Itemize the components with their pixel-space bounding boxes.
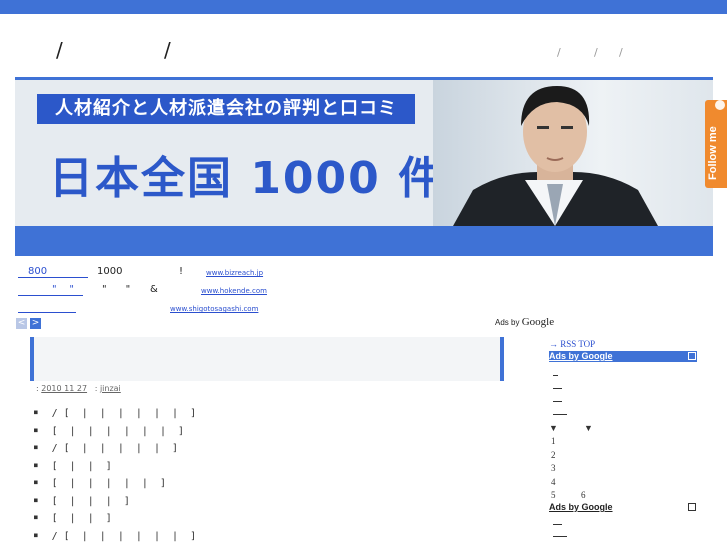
list-item[interactable]: [ | | ] (34, 461, 196, 479)
list-item[interactable]: [ | | | ] (34, 496, 196, 514)
list-item[interactable]: / [ | | | | | ] (34, 443, 196, 461)
list-item[interactable]: [ | | | | | ] (34, 478, 196, 496)
sidebar-ads-by-google[interactable]: Ads by Google (549, 351, 697, 362)
nav-bar (15, 226, 713, 256)
calendar-day[interactable]: 1 (551, 436, 556, 446)
ad-headline-link[interactable]: " " (18, 284, 83, 296)
dropdown-arrow-icon[interactable]: ▼ (549, 423, 558, 433)
post-date-link[interactable]: 2010 11 27 (41, 384, 87, 393)
sidebar-ad-line[interactable] (553, 388, 562, 389)
banner-tagline: 人材紹介と人材派遣会社の評判と口コミ (37, 94, 415, 124)
ad-headline-link[interactable]: 800 (18, 266, 88, 278)
calendar-day[interactable]: 2 (551, 450, 556, 460)
calendar-day[interactable]: 6 (581, 490, 586, 500)
ads-by-prefix: Ads by (495, 318, 519, 327)
ad-mark: ! (179, 266, 183, 277)
external-link-icon[interactable] (688, 352, 696, 360)
sidebar-ad-line[interactable] (553, 375, 558, 376)
calendar-day[interactable]: 4 (551, 477, 556, 487)
post-title-box (30, 337, 504, 381)
follow-me-label: Follow me (707, 126, 719, 180)
dropdown-arrow-icon[interactable]: ▼ (584, 423, 593, 433)
rss-top-link[interactable]: → RSS TOP (549, 339, 595, 349)
list-item[interactable]: / [ | | | | | | ] (34, 408, 196, 426)
banner-headline: 日本全国 1000 件 (49, 142, 444, 206)
top-bar (0, 0, 727, 14)
sidebar-ad-line[interactable] (553, 524, 562, 525)
calendar-day[interactable]: 5 (551, 490, 556, 500)
ad-headline-link[interactable] (18, 302, 76, 313)
hero-banner[interactable]: 人材紹介と人材派遣会社の評判と口コミ 日本全国 1000 件 (15, 80, 713, 226)
ad-description: 1000 (97, 266, 122, 277)
sidebar-ad-line[interactable] (553, 401, 562, 402)
title-separator: / (164, 38, 173, 62)
ad-description: " " (102, 284, 130, 295)
header-sub-separator: / (619, 46, 623, 59)
ad-url[interactable]: www.hokende.com (201, 287, 267, 295)
ad-url[interactable]: www.shigotosagashi.com (170, 305, 258, 313)
banner-text-panel: 人材紹介と人材派遣会社の評判と口コミ 日本全国 1000 件 (15, 80, 433, 226)
external-link-icon[interactable] (688, 503, 696, 511)
sidebar-ads-by-google-2[interactable]: Ads by Google (549, 502, 613, 512)
ad-mark: & (150, 284, 158, 295)
post-meta: : 2010 11 27 : jinzai (36, 384, 121, 393)
next-arrow-icon[interactable]: > (30, 318, 41, 329)
calendar-day[interactable]: 3 (551, 463, 556, 473)
banner-photo (433, 80, 713, 226)
businessman-photo (433, 80, 713, 226)
post-author-link[interactable]: jinzai (100, 384, 121, 393)
list-item[interactable]: [ | | ] (34, 513, 196, 531)
follow-me-icon (715, 100, 725, 110)
title-separator: / (56, 38, 65, 62)
prev-arrow-icon[interactable]: < (16, 318, 27, 329)
header-sub-separator: / (594, 46, 598, 59)
post-tag-list: / [ | | | | | | ] [ | | | | | | ] / [ | … (34, 408, 196, 548)
list-item[interactable]: / [ | | | | | | ] (34, 531, 196, 548)
sidebar-ad-line[interactable] (553, 414, 567, 415)
header-sub-separator: / (557, 46, 561, 59)
ads-by-google[interactable]: Ads by Google (495, 316, 554, 328)
ad-url[interactable]: www.bizreach.jp (206, 269, 263, 277)
sidebar-ads-label: Ads by Google (549, 351, 613, 361)
follow-me-tab[interactable]: Follow me (705, 100, 727, 188)
google-logo: Google (522, 316, 554, 328)
sidebar-ad-line[interactable] (553, 536, 567, 537)
list-item[interactable]: [ | | | | | | ] (34, 426, 196, 444)
